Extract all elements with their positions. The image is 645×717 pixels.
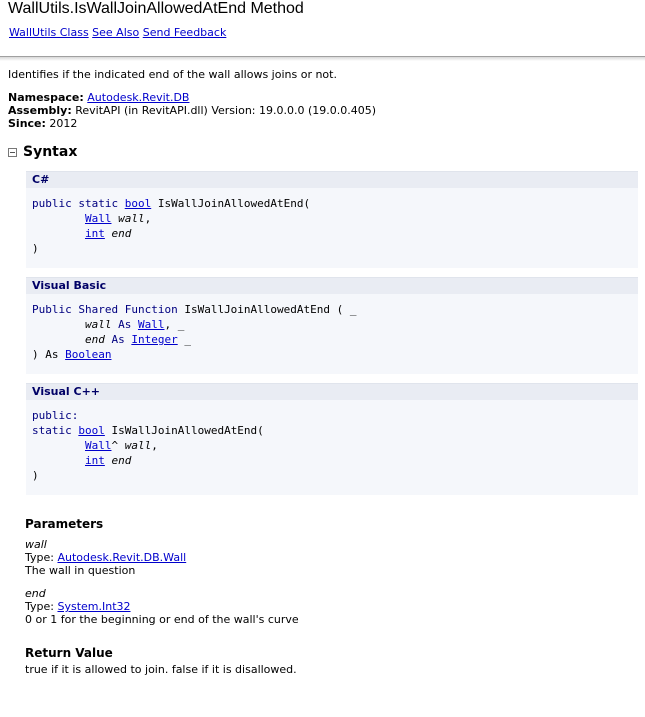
type-link-integer[interactable]: Integer: [131, 333, 177, 346]
see-also-link[interactable]: See Also: [92, 26, 139, 39]
code-text: ,: [151, 439, 158, 452]
code-keyword: Public Shared Function: [32, 303, 185, 316]
code-keyword: static: [32, 424, 79, 437]
summary-text: Identifies if the indicated end of the w…: [8, 68, 337, 81]
code-text: , _: [164, 318, 185, 331]
assembly-row: Assembly: RevitAPI (in RevitAPI.dll) Ver…: [8, 104, 638, 117]
parameter-item: end Type: System.Int32 0 or 1 for the be…: [25, 587, 638, 626]
parameter-type-label: Type:: [25, 551, 58, 564]
since-value: 2012: [49, 117, 78, 130]
parameter-name: wall: [25, 538, 47, 551]
param-name: end: [111, 227, 132, 240]
code-block-vb: Visual Basic Public Shared Function IsWa…: [26, 277, 638, 374]
assembly-label: Assembly:: [8, 104, 72, 117]
namespace-row: Namespace: Autodesk.Revit.DB: [8, 91, 638, 104]
code-text: ^: [111, 439, 125, 452]
code-keyword: As: [104, 333, 132, 346]
code-block-csharp: C# public static bool IsWallJoinAllowedA…: [26, 171, 638, 268]
header-shadow: [0, 57, 645, 61]
param-name: end: [111, 454, 132, 467]
parameter-type-link[interactable]: Autodesk.Revit.DB.Wall: [57, 551, 186, 564]
type-link-wall[interactable]: Wall: [138, 318, 165, 331]
code-lang-csharp: C#: [26, 171, 638, 188]
parameter-desc: 0 or 1 for the beginning or end of the w…: [25, 613, 299, 626]
syntax-section-toggle[interactable]: Syntax: [8, 143, 638, 161]
since-row: Since: 2012: [8, 117, 638, 130]
assembly-value: RevitAPI (in RevitAPI.dll) Version: 19.0…: [75, 104, 377, 117]
type-link-wall[interactable]: Wall: [85, 212, 112, 225]
code-text: ): [32, 242, 39, 255]
wallutils-class-link[interactable]: WallUtils Class: [9, 26, 89, 39]
namespace-label: Namespace:: [8, 91, 84, 104]
syntax-title: Syntax: [23, 144, 78, 160]
collapse-icon[interactable]: [8, 147, 17, 157]
code-text: IsWallJoinAllowedAtEnd(: [151, 197, 311, 210]
code-body-vb: Public Shared Function IsWallJoinAllowed…: [26, 294, 638, 374]
meta-info: Namespace: Autodesk.Revit.DB Assembly: R…: [8, 91, 638, 130]
param-name: end: [84, 333, 105, 346]
code-body-cpp: public: static bool IsWallJoinAllowedAtE…: [26, 400, 638, 495]
parameter-type-row: Type: Autodesk.Revit.DB.Wall: [25, 551, 638, 564]
page-title: WallUtils.IsWallJoinAllowedAtEnd Method: [8, 0, 304, 17]
parameter-item: wall Type: Autodesk.Revit.DB.Wall The wa…: [25, 538, 638, 577]
code-keyword: public static: [32, 197, 125, 210]
type-link-boolean[interactable]: Boolean: [65, 348, 111, 361]
return-value-text: true if it is allowed to join. false if …: [25, 663, 297, 676]
send-feedback-link[interactable]: Send Feedback: [143, 26, 227, 39]
code-keyword: As: [111, 318, 138, 331]
main-content: Identifies if the indicated end of the w…: [8, 68, 638, 676]
code-lang-cpp: Visual C++: [26, 383, 638, 400]
parameter-name: end: [25, 587, 46, 600]
page-header: WallUtils.IsWallJoinAllowedAtEnd Method …: [0, 0, 645, 57]
type-link-bool[interactable]: bool: [125, 197, 152, 210]
type-link-int[interactable]: int: [85, 227, 105, 240]
code-text: IsWallJoinAllowedAtEnd(: [104, 424, 264, 437]
code-text: ): [32, 469, 39, 482]
return-value-title: Return Value: [25, 646, 113, 660]
syntax-blocks: C# public static bool IsWallJoinAllowedA…: [8, 171, 638, 495]
namespace-link[interactable]: Autodesk.Revit.DB: [87, 91, 189, 104]
code-lang-vb: Visual Basic: [26, 277, 638, 294]
parameter-type-link[interactable]: System.Int32: [57, 600, 130, 613]
parameter-type-row: Type: System.Int32: [25, 600, 638, 613]
code-block-cpp: Visual C++ public: static bool IsWallJoi…: [26, 383, 638, 495]
code-text: _: [177, 333, 191, 346]
header-links: WallUtils Class See Also Send Feedback: [9, 26, 226, 39]
type-link-bool[interactable]: bool: [78, 424, 105, 437]
parameters-title: Parameters: [25, 517, 104, 531]
param-name: wall: [84, 318, 112, 331]
code-keyword: public:: [32, 409, 79, 422]
parameter-desc: The wall in question: [25, 564, 136, 577]
parameter-type-label: Type:: [25, 600, 58, 613]
code-text: IsWallJoinAllowedAtEnd ( _: [184, 303, 357, 316]
type-link-wall[interactable]: Wall: [85, 439, 112, 452]
code-body-csharp: public static bool IsWallJoinAllowedAtEn…: [26, 188, 638, 268]
type-link-int[interactable]: int: [85, 454, 105, 467]
code-text: ) As: [32, 348, 66, 361]
code-text: ,: [144, 212, 152, 225]
param-name: wall: [124, 439, 152, 452]
param-name: wall: [118, 212, 145, 225]
since-label: Since:: [8, 117, 46, 130]
